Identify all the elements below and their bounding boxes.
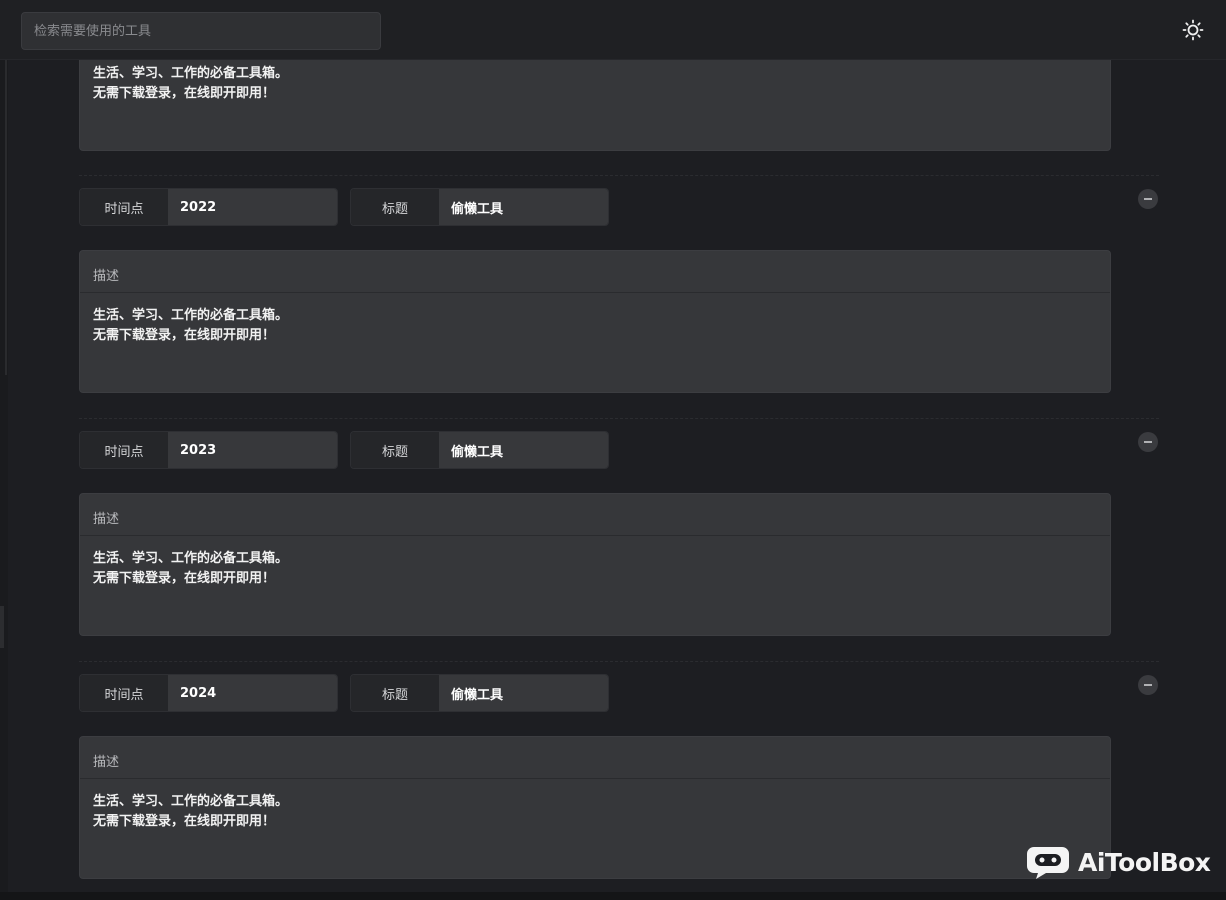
chat-bubble-logo [1027, 847, 1069, 879]
title-input[interactable]: 偷懒工具 [439, 432, 608, 468]
title-field[interactable]: 标题 偷懒工具 [350, 188, 609, 226]
description-label: 描述 [80, 494, 1110, 536]
description-text[interactable]: 生活、学习、工作的必备工具箱。 无需下载登录，在线即开即用！ [80, 536, 1110, 602]
time-field[interactable]: 时间点 2022 [79, 188, 338, 226]
description-text[interactable]: 生活、学习、工作的必备工具箱。 无需下载登录，在线即开即用！ [80, 293, 1110, 359]
time-field[interactable]: 时间点 2023 [79, 431, 338, 469]
watermark-text: AiToolBox [1078, 847, 1211, 877]
description-card[interactable]: 描述 生活、学习、工作的必备工具箱。 无需下载登录，在线即开即用！ [79, 493, 1111, 636]
remove-entry-button[interactable] [1138, 189, 1158, 209]
watermark: AiToolBox [1026, 842, 1216, 882]
entry-divider [79, 418, 1159, 419]
description-label: 描述 [80, 737, 1110, 779]
title-label: 标题 [351, 432, 439, 468]
entry-divider [79, 661, 1159, 662]
timeline-editor: 生活、学习、工作的必备工具箱。 无需下载登录，在线即开即用！ 时间点 2022 … [0, 60, 1226, 892]
time-field[interactable]: 时间点 2024 [79, 674, 338, 712]
description-text[interactable]: 生活、学习、工作的必备工具箱。 无需下载登录，在线即开即用！ [80, 779, 1110, 845]
minus-icon [1144, 684, 1152, 686]
description-card[interactable]: 描述 生活、学习、工作的必备工具箱。 无需下载登录，在线即开即用！ [79, 250, 1111, 393]
minus-icon [1144, 198, 1152, 200]
title-field[interactable]: 标题 偷懒工具 [350, 431, 609, 469]
time-input[interactable]: 2022 [168, 189, 337, 225]
title-label: 标题 [351, 189, 439, 225]
time-label: 时间点 [80, 189, 168, 225]
description-card[interactable]: 描述 生活、学习、工作的必备工具箱。 无需下载登录，在线即开即用！ [79, 736, 1111, 879]
time-input[interactable]: 2023 [168, 432, 337, 468]
entry-divider [79, 175, 1159, 176]
title-field[interactable]: 标题 偷懒工具 [350, 674, 609, 712]
search-input[interactable] [21, 12, 381, 50]
title-input[interactable]: 偷懒工具 [439, 189, 608, 225]
description-card[interactable]: 生活、学习、工作的必备工具箱。 无需下载登录，在线即开即用！ [79, 60, 1111, 151]
title-input[interactable]: 偷懒工具 [439, 675, 608, 711]
remove-entry-button[interactable] [1138, 675, 1158, 695]
remove-entry-button[interactable] [1138, 432, 1158, 452]
bottom-bar [0, 892, 1226, 900]
minus-icon [1144, 441, 1152, 443]
top-bar [0, 0, 1226, 60]
description-text[interactable]: 生活、学习、工作的必备工具箱。 无需下载登录，在线即开即用！ [80, 60, 1110, 117]
time-label: 时间点 [80, 675, 168, 711]
time-input[interactable]: 2024 [168, 675, 337, 711]
title-label: 标题 [351, 675, 439, 711]
sun-icon[interactable] [1178, 15, 1208, 45]
time-label: 时间点 [80, 432, 168, 468]
description-label: 描述 [80, 251, 1110, 293]
